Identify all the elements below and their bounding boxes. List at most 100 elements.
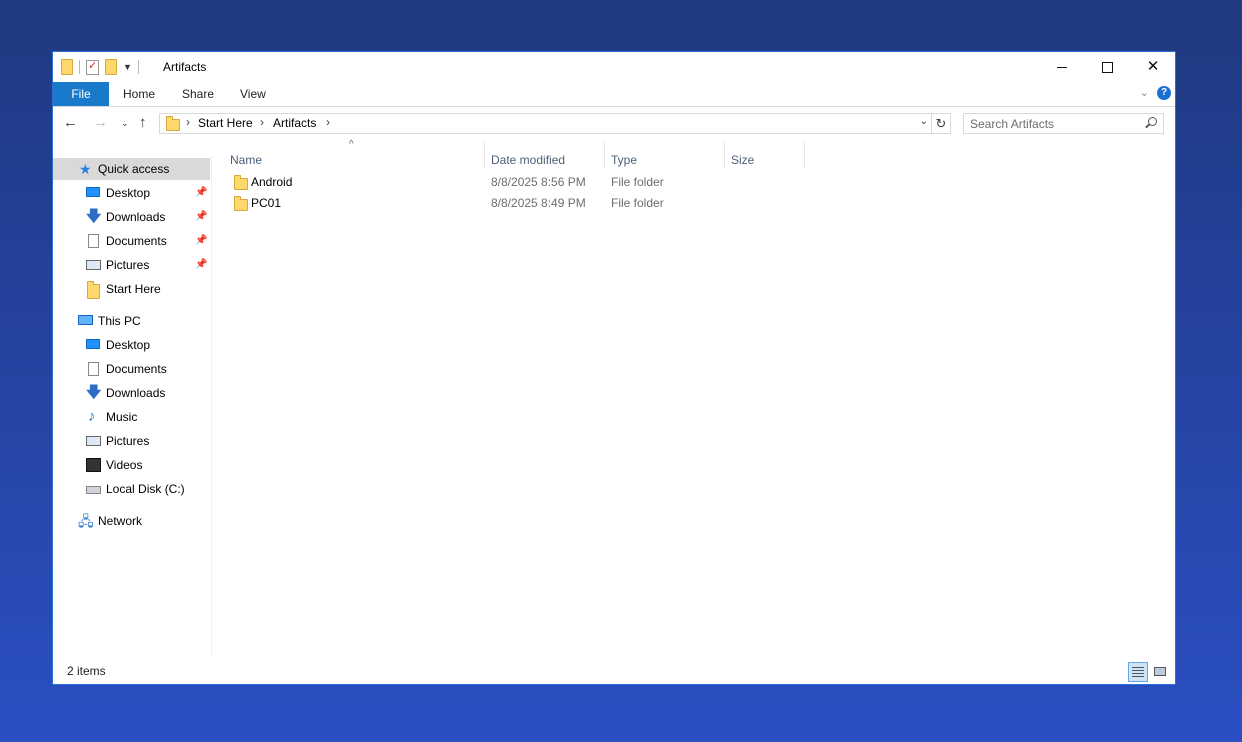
file-explorer-window: ▼ Artifacts ✕ File Home Share View ⌄ ? ←… — [52, 51, 1176, 685]
folder-icon — [234, 196, 248, 211]
maximize-button[interactable] — [1084, 52, 1130, 82]
customize-toolbar-icon[interactable]: ▼ — [123, 62, 132, 72]
chevron-down-icon[interactable]: ⌄ — [920, 116, 928, 127]
ribbon-tabs: File Home Share View ⌄ ? — [53, 82, 1175, 107]
refresh-button[interactable]: ↻ — [931, 113, 951, 134]
folder-icon — [166, 116, 180, 131]
column-divider[interactable] — [804, 142, 805, 168]
minimize-button[interactable] — [1039, 52, 1085, 82]
sidebar-item-quick-access[interactable]: ★ Quick access — [53, 158, 210, 180]
new-folder-icon[interactable] — [105, 59, 117, 75]
back-button[interactable]: ← — [63, 112, 78, 134]
file-type: File folder — [611, 175, 664, 189]
computer-icon — [78, 315, 93, 325]
sidebar-item-desktop[interactable]: Desktop 📌 — [53, 182, 210, 204]
sidebar-item-music[interactable]: ♪ Music — [53, 406, 210, 428]
sidebar-item-label: Desktop — [106, 186, 151, 200]
sidebar-item-label: Desktop — [106, 338, 151, 352]
tab-view[interactable]: View — [240, 82, 266, 106]
sidebar-item-label: Videos — [106, 458, 143, 472]
tab-file[interactable]: File — [53, 82, 109, 106]
sidebar-item-local-disk[interactable]: Local Disk (C:) — [53, 478, 210, 500]
download-icon: 🡇 — [86, 384, 102, 401]
pictures-icon — [86, 436, 101, 446]
pin-icon[interactable]: 📌 — [195, 182, 207, 204]
sidebar-item-label: Pictures — [106, 434, 150, 448]
sidebar-item-downloads[interactable]: 🡇 Downloads — [53, 382, 210, 404]
tab-home[interactable]: Home — [123, 82, 155, 106]
sidebar-item-documents[interactable]: Documents 📌 — [53, 230, 210, 252]
folder-icon — [234, 175, 248, 190]
sidebar-item-documents[interactable]: Documents — [53, 358, 210, 380]
help-icon[interactable]: ? — [1157, 86, 1171, 100]
tab-share[interactable]: Share — [182, 82, 214, 106]
up-button[interactable]: ↑ — [139, 112, 147, 134]
properties-icon[interactable] — [86, 59, 99, 75]
sidebar-item-label: Documents — [106, 362, 167, 376]
table-row[interactable]: PC01 8/8/2025 8:49 PM File folder — [229, 193, 929, 214]
navigation-pane: ★ Quick access Desktop 📌 🡇 Downloads 📌 D… — [53, 156, 212, 656]
sidebar-item-videos[interactable]: Videos — [53, 454, 210, 476]
forward-button[interactable]: → — [93, 112, 108, 134]
title-bar: ▼ Artifacts ✕ — [53, 52, 1175, 82]
column-header-size[interactable]: Size — [731, 148, 803, 172]
maximize-icon — [1101, 61, 1113, 73]
chevron-right-icon[interactable]: › — [260, 115, 264, 129]
expand-ribbon-icon[interactable]: ⌄ — [1140, 86, 1149, 99]
recent-locations-icon[interactable]: ⌄ — [121, 112, 129, 134]
large-icons-view-button[interactable] — [1151, 662, 1171, 682]
pictures-icon — [86, 260, 101, 270]
quick-access-toolbar: ▼ — [61, 58, 139, 76]
sidebar-item-this-pc[interactable]: This PC — [53, 310, 210, 332]
file-list: ^ Name Date modified Type Size Android 8… — [213, 139, 1175, 655]
close-icon: ✕ — [1146, 58, 1160, 75]
column-header-type[interactable]: Type — [611, 148, 723, 172]
sidebar-item-label: Documents — [106, 234, 167, 248]
breadcrumb-artifacts[interactable]: Artifacts — [273, 116, 316, 130]
network-icon: 🖧 — [78, 513, 94, 529]
pin-icon[interactable]: 📌 — [195, 254, 207, 276]
table-row[interactable]: Android 8/8/2025 8:56 PM File folder — [229, 172, 929, 193]
sidebar-item-label: Quick access — [98, 162, 170, 176]
desktop-icon — [86, 339, 100, 349]
document-icon — [88, 234, 99, 248]
sidebar-item-label: Pictures — [106, 258, 150, 272]
file-date-modified: 8/8/2025 8:56 PM — [491, 175, 586, 189]
window-title: Artifacts — [163, 60, 207, 74]
status-item-count: 2 items — [67, 664, 106, 678]
column-header-name[interactable]: Name — [230, 148, 483, 172]
chevron-right-icon[interactable]: › — [326, 115, 330, 129]
column-divider[interactable] — [604, 142, 605, 168]
sidebar-item-start-here[interactable]: Start Here — [53, 278, 210, 300]
divider — [79, 60, 80, 74]
column-header-date-modified[interactable]: Date modified — [491, 148, 603, 172]
breadcrumb-start-here[interactable]: Start Here — [198, 116, 253, 130]
pin-icon[interactable]: 📌 — [195, 230, 207, 252]
sidebar-item-pictures[interactable]: Pictures 📌 — [53, 254, 210, 276]
column-divider[interactable] — [484, 142, 485, 168]
videos-icon — [86, 458, 101, 472]
sidebar-item-network[interactable]: 🖧 Network — [53, 510, 210, 532]
sidebar-item-label: Start Here — [106, 282, 161, 296]
details-view-button[interactable] — [1128, 662, 1148, 682]
column-divider[interactable] — [724, 142, 725, 168]
folder-icon — [87, 281, 100, 299]
divider — [137, 60, 139, 74]
close-button[interactable]: ✕ — [1130, 52, 1176, 82]
desktop-icon — [86, 187, 100, 197]
sidebar-item-label: Local Disk (C:) — [106, 482, 185, 496]
address-bar[interactable]: › Start Here › Artifacts › ⌄ — [159, 113, 951, 134]
sidebar-item-desktop[interactable]: Desktop — [53, 334, 210, 356]
sidebar-item-downloads[interactable]: 🡇 Downloads 📌 — [53, 206, 210, 228]
sidebar-item-label: Network — [98, 514, 143, 528]
pin-icon[interactable]: 📌 — [195, 206, 207, 228]
chevron-right-icon[interactable]: › — [186, 115, 190, 129]
search-box[interactable] — [963, 113, 1164, 134]
search-input[interactable] — [970, 116, 1140, 131]
sidebar-item-label: Downloads — [106, 210, 166, 224]
folder-icon — [61, 59, 73, 75]
sidebar-item-pictures[interactable]: Pictures — [53, 430, 210, 452]
sidebar-item-label: Music — [106, 410, 138, 424]
download-icon: 🡇 — [86, 208, 102, 225]
search-icon[interactable] — [1148, 117, 1157, 126]
